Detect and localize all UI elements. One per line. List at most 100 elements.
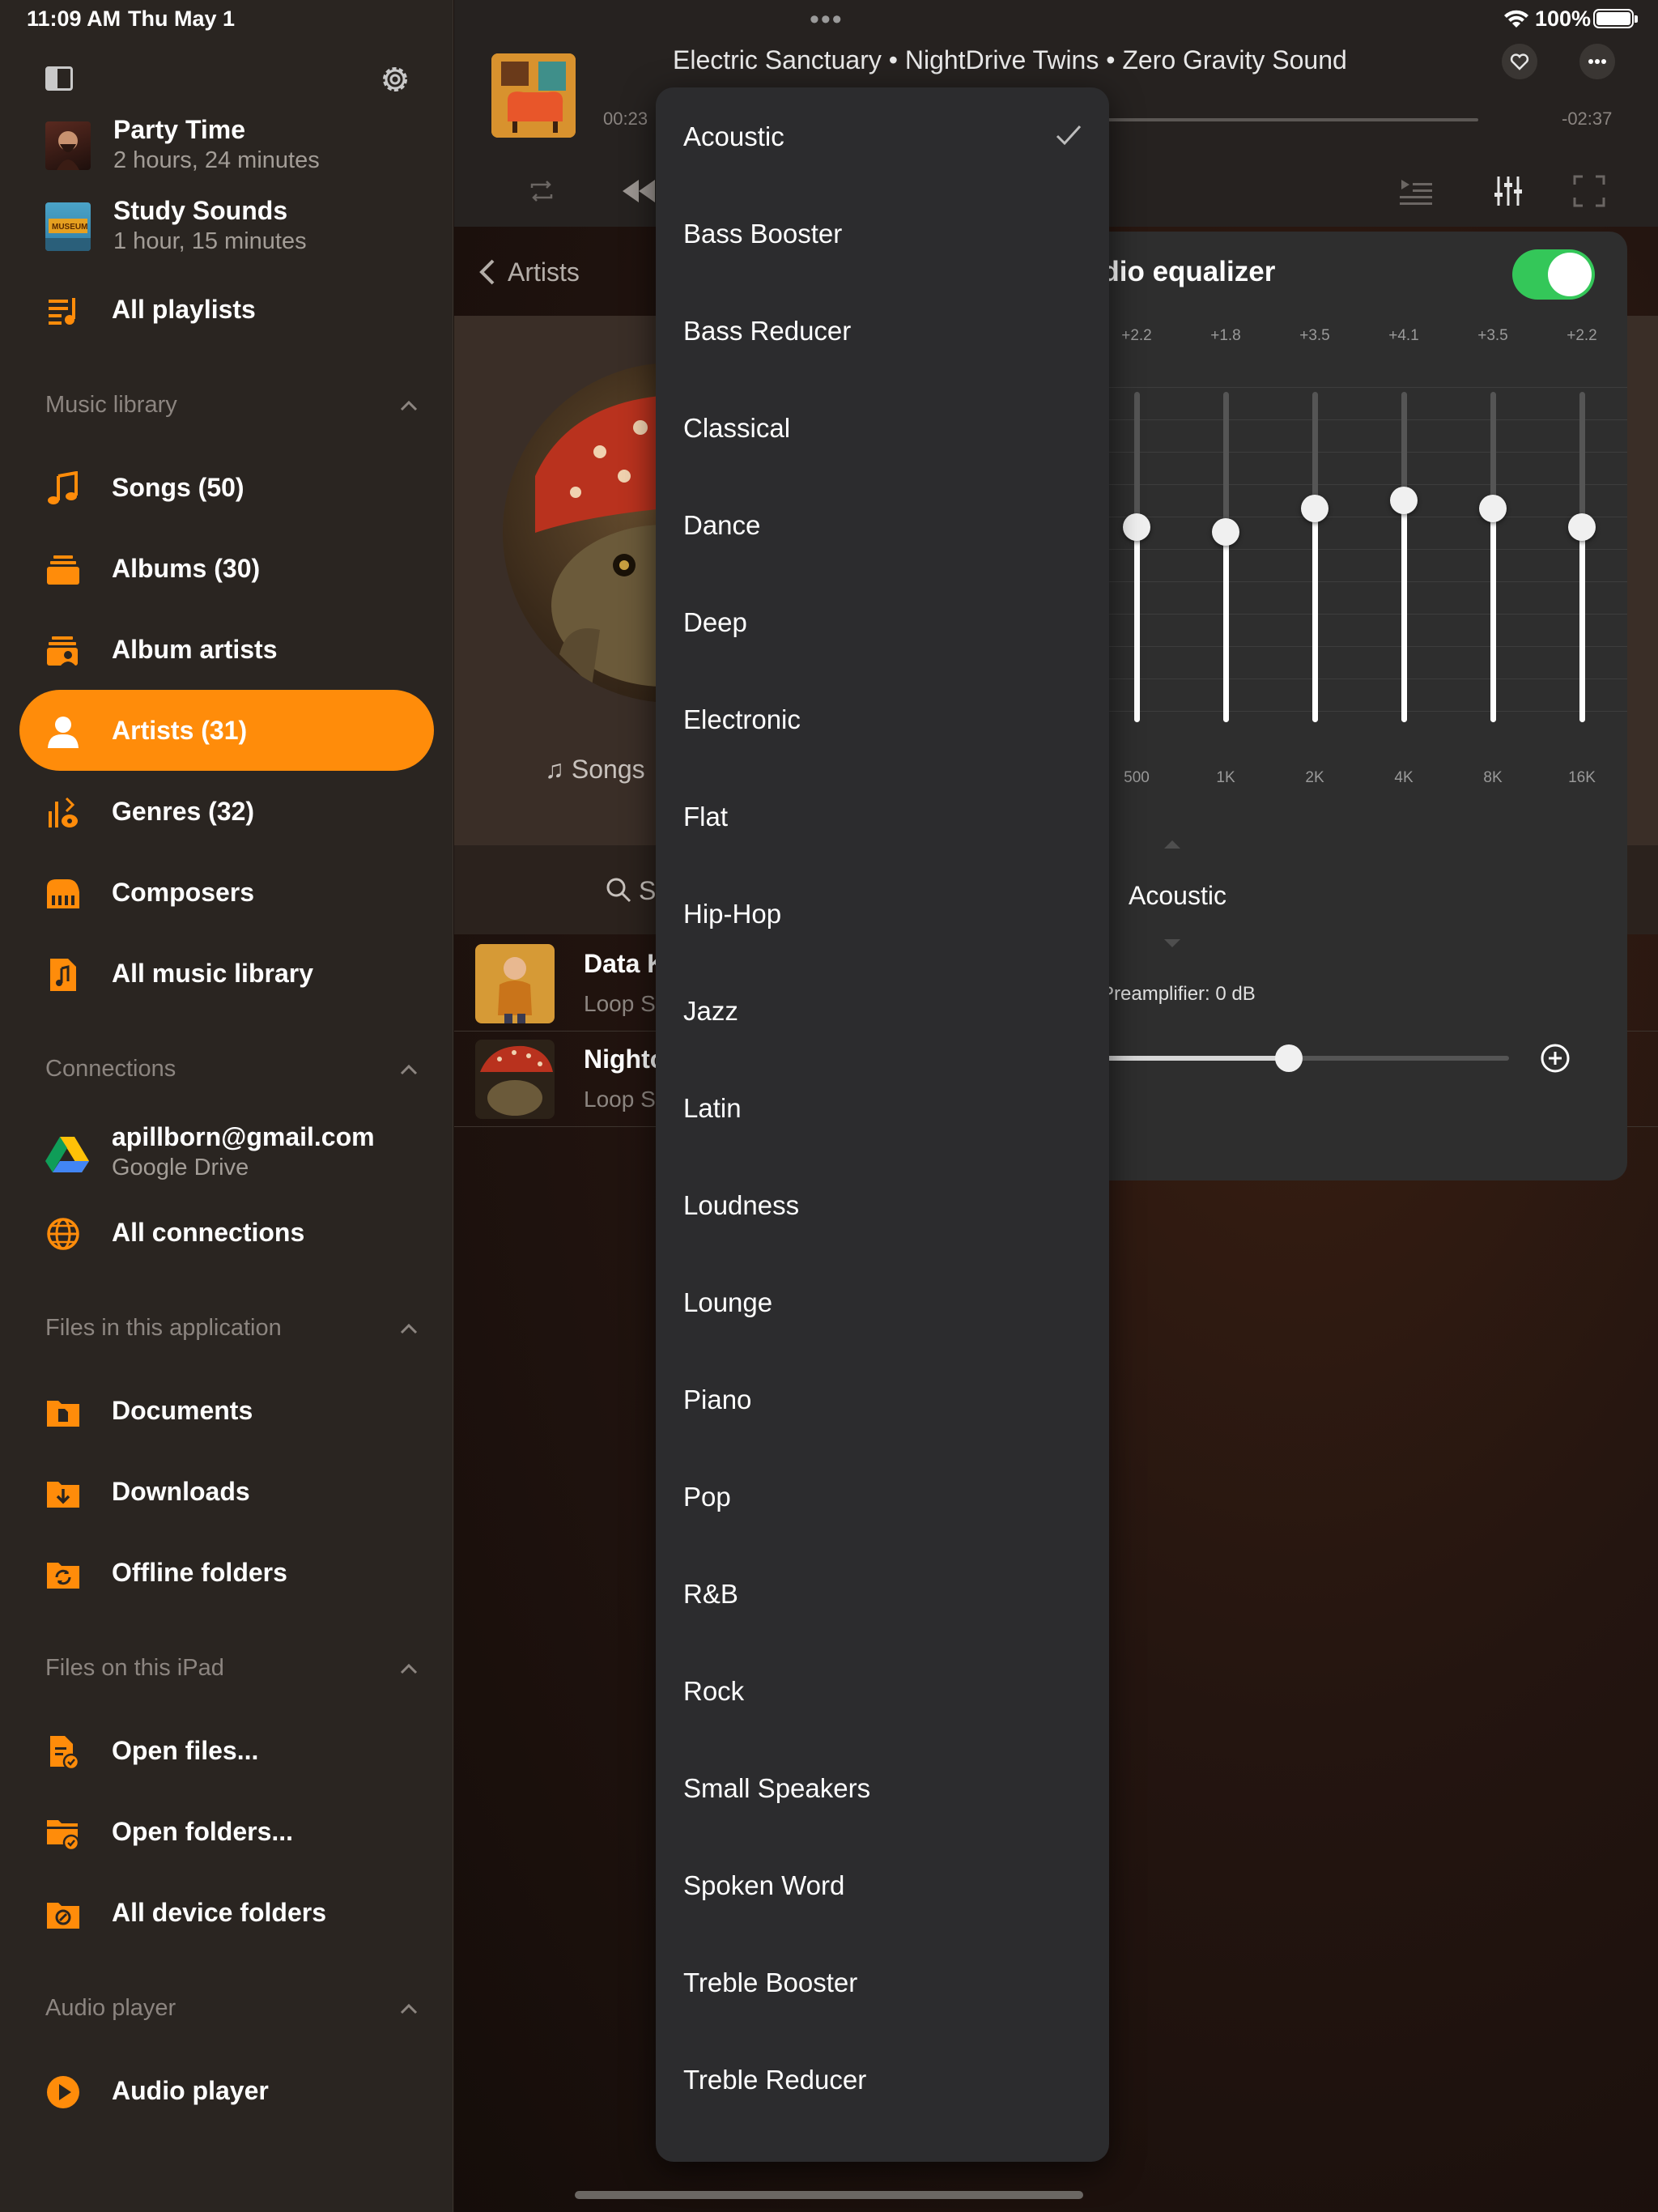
preset-option-bass-reducer[interactable]: Bass Reducer: [656, 282, 1109, 379]
folder-sync-icon: [47, 1563, 79, 1589]
preset-option-small-speakers[interactable]: Small Speakers: [656, 1739, 1109, 1836]
section-title: Audio player: [45, 1995, 176, 2021]
playback-progress-bar[interactable]: [1102, 118, 1478, 121]
band-slider-500[interactable]: [1134, 392, 1140, 722]
sidebar-item-all-playlists[interactable]: All playlists: [19, 269, 434, 350]
sidebar-item-downloads[interactable]: Downloads: [19, 1451, 434, 1532]
repeat-icon[interactable]: [524, 173, 559, 209]
band-slider-thumb[interactable]: [1301, 495, 1329, 522]
fullscreen-icon[interactable]: [1571, 173, 1607, 209]
preset-option-treble-reducer[interactable]: Treble Reducer: [656, 2031, 1109, 2128]
section-header-files-on-ipad[interactable]: Files on this iPad: [45, 1655, 418, 1687]
sidebar-item-audio-player[interactable]: Audio player: [19, 2050, 434, 2131]
folder-link-icon: [47, 1903, 79, 1929]
preset-option-hip-hop[interactable]: Hip-Hop: [656, 865, 1109, 962]
preset-up-arrow-icon[interactable]: [1164, 840, 1180, 849]
preset-option-acoustic[interactable]: Acoustic: [656, 87, 1109, 185]
folder-document-icon: [47, 1401, 79, 1427]
multitasking-dots-icon[interactable]: •••: [810, 6, 844, 33]
settings-gear-icon[interactable]: [377, 62, 413, 97]
preamp-slider-thumb[interactable]: [1275, 1044, 1303, 1072]
band-slider-thumb[interactable]: [1568, 513, 1596, 541]
preset-option-jazz[interactable]: Jazz: [656, 962, 1109, 1059]
favorite-heart-icon[interactable]: [1502, 44, 1537, 79]
band-slider-2k[interactable]: [1312, 392, 1318, 722]
equalizer-panel: udio equalizer +2.2 500 +1.8 1K +3.5 2K +4.1 4K…: [1069, 232, 1627, 1180]
preset-option-bass-booster[interactable]: Bass Booster: [656, 185, 1109, 282]
sidebar-item-open-folders[interactable]: Open folders...: [19, 1791, 434, 1872]
song-title: Nighto: [584, 1044, 666, 1074]
sidebar-toggle-icon[interactable]: [45, 66, 73, 91]
equalizer-preset-value[interactable]: Acoustic: [1129, 881, 1226, 911]
sidebar-item-documents[interactable]: Documents: [19, 1370, 434, 1451]
band-slider-thumb[interactable]: [1123, 513, 1150, 541]
band-slider-16k[interactable]: [1579, 392, 1585, 722]
sidebar-item-genres[interactable]: Genres (32): [19, 771, 434, 852]
preset-option-classical[interactable]: Classical: [656, 379, 1109, 476]
section-title: Connections: [45, 1056, 176, 1082]
sidebar-item-all-connections[interactable]: All connections: [19, 1192, 434, 1273]
sidebar-item-label: Genres (32): [112, 797, 255, 826]
tab-songs[interactable]: ♫ Songs: [545, 755, 645, 785]
equalizer-enable-toggle[interactable]: [1512, 249, 1595, 300]
sidebar-item-composers[interactable]: Composers: [19, 852, 434, 933]
band-frequency-label: 16K: [1568, 769, 1596, 786]
section-header-audio-player[interactable]: Audio player: [45, 1995, 418, 2027]
home-indicator[interactable]: [575, 2191, 1083, 2199]
preset-option-rock[interactable]: Rock: [656, 1642, 1109, 1739]
playlist-item-study-sounds[interactable]: MUSEUM Study Sounds 1 hour, 15 minutes: [45, 196, 442, 261]
band-slider-1k[interactable]: [1223, 392, 1229, 722]
equalizer-gridline: [1069, 484, 1627, 485]
now-playing-artwork[interactable]: [491, 53, 576, 138]
rewind-icon[interactable]: [621, 173, 657, 209]
music-note-icon: [48, 471, 78, 504]
preset-option-lounge[interactable]: Lounge: [656, 1253, 1109, 1351]
remaining-time: -02:37: [1562, 108, 1613, 129]
equalizer-sliders-icon[interactable]: [1490, 173, 1526, 209]
plus-circle-icon[interactable]: [1540, 1043, 1571, 1074]
globe-icon: [47, 1218, 79, 1250]
sidebar-item-label: Documents: [112, 1396, 253, 1425]
band-slider-4k[interactable]: [1401, 392, 1407, 722]
wifi-icon: [1504, 10, 1528, 28]
preset-option-pop[interactable]: Pop: [656, 1448, 1109, 1545]
playlist-item-party-time[interactable]: Party Time 2 hours, 24 minutes: [45, 115, 442, 180]
preset-option-spoken-word[interactable]: Spoken Word: [656, 1836, 1109, 1933]
sidebar-item-artists[interactable]: Artists (31): [19, 690, 434, 771]
queue-playlist-icon[interactable]: [1398, 173, 1434, 209]
sidebar-item-all-device-folders[interactable]: All device folders: [19, 1872, 434, 1953]
preset-option-loudness[interactable]: Loudness: [656, 1156, 1109, 1253]
preset-option-label: Latin: [683, 1093, 742, 1123]
connection-service: Google Drive: [112, 1155, 249, 1180]
section-header-music-library[interactable]: Music library: [45, 392, 418, 424]
band-frequency-label: 8K: [1483, 769, 1503, 786]
sidebar-item-songs[interactable]: Songs (50): [19, 447, 434, 528]
preset-option-r-b[interactable]: R&B: [656, 1545, 1109, 1642]
section-header-files-in-app[interactable]: Files in this application: [45, 1315, 418, 1347]
preset-option-flat[interactable]: Flat: [656, 768, 1109, 865]
band-slider-thumb[interactable]: [1390, 487, 1418, 514]
band-slider-thumb[interactable]: [1479, 495, 1507, 522]
band-slider-thumb[interactable]: [1212, 518, 1239, 546]
preset-option-electronic[interactable]: Electronic: [656, 670, 1109, 768]
preset-option-deep[interactable]: Deep: [656, 573, 1109, 670]
band-slider-8k[interactable]: [1490, 392, 1496, 722]
preset-option-dance[interactable]: Dance: [656, 476, 1109, 573]
preset-down-arrow-icon[interactable]: [1164, 939, 1180, 947]
sidebar-item-open-files[interactable]: Open files...: [19, 1710, 434, 1791]
sidebar-item-albums[interactable]: Albums (30): [19, 528, 434, 609]
sidebar-item-offline-folders[interactable]: Offline folders: [19, 1532, 434, 1613]
equalizer-gridline: [1069, 614, 1627, 615]
equalizer-title: udio equalizer: [1085, 256, 1276, 287]
preset-option-latin[interactable]: Latin: [656, 1059, 1109, 1156]
connection-google-drive[interactable]: apillborn@gmail.com Google Drive: [45, 1121, 442, 1189]
preset-option-piano[interactable]: Piano: [656, 1351, 1109, 1448]
preset-option-treble-booster[interactable]: Treble Booster: [656, 1933, 1109, 2031]
sidebar-item-all-music-library[interactable]: All music library: [19, 933, 434, 1014]
band-gain-label: +1.8: [1210, 327, 1241, 344]
preset-option-label: Bass Reducer: [683, 316, 852, 346]
sidebar-item-label: All device folders: [112, 1898, 326, 1927]
section-header-connections[interactable]: Connections: [45, 1056, 418, 1088]
more-options-icon[interactable]: [1579, 44, 1615, 79]
sidebar-item-album-artists[interactable]: Album artists: [19, 609, 434, 690]
